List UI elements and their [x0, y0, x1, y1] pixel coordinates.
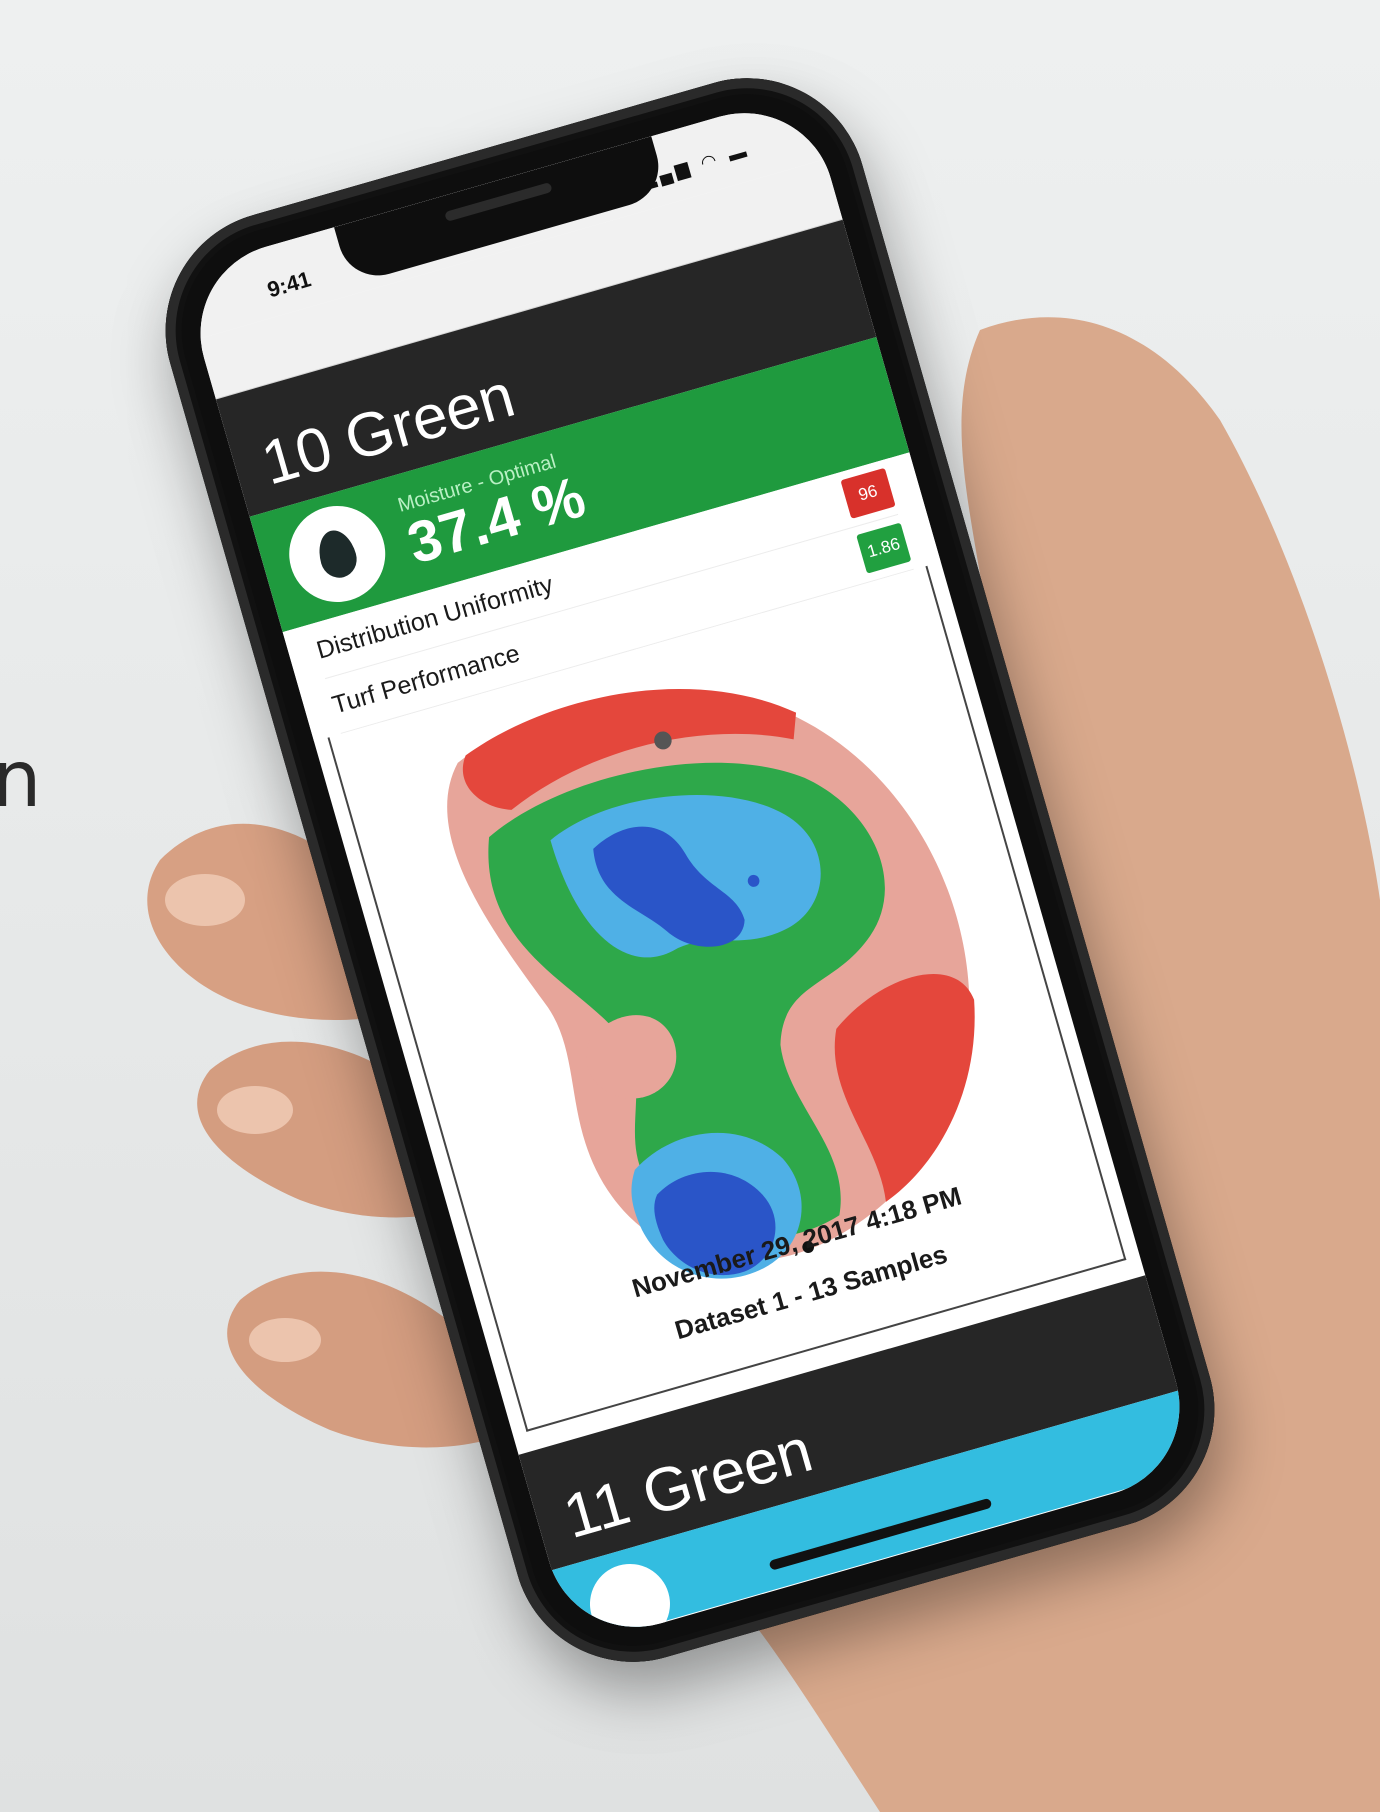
status-time: 9:41 — [264, 266, 314, 303]
speaker-grille — [444, 181, 553, 222]
smartphone: 9:41 ▂▄▆ ◠ ▬ 10 Green Moisture - Optimal… — [137, 49, 1243, 1691]
phone-screen: 9:41 ▂▄▆ ◠ ▬ 10 Green Moisture - Optimal… — [179, 91, 1201, 1649]
metric-badge[interactable]: 96 — [840, 467, 896, 519]
moisture-drop-icon — [277, 494, 397, 614]
moisture-drop-icon — [580, 1554, 680, 1649]
water-drop-icon — [313, 525, 362, 583]
background-glyph: n — [0, 735, 42, 825]
metric-badge[interactable]: 1.86 — [856, 522, 912, 574]
page-content: 10 Green Moisture - Optimal 37.4 % Distr… — [215, 219, 1201, 1649]
